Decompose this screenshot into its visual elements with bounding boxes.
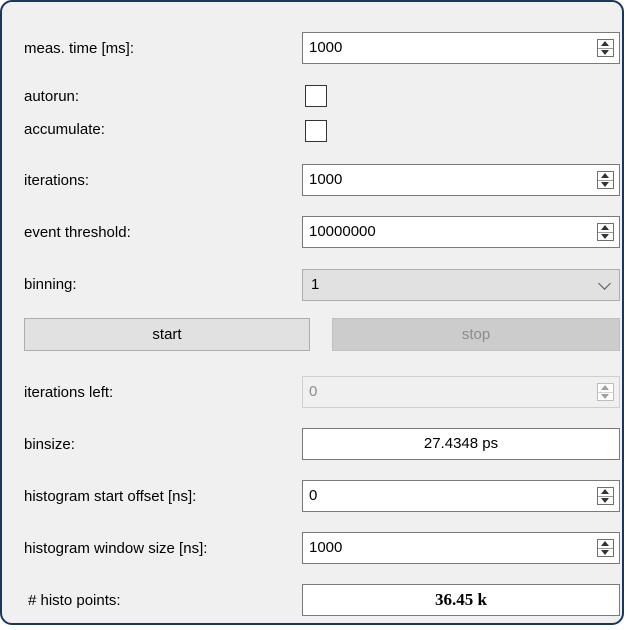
binsize-display: 27.4348 ps	[302, 428, 620, 460]
histo-points-label: # histo points:	[28, 592, 121, 609]
spinbox-arrows-icon[interactable]	[597, 39, 614, 57]
hist-window-size-spinbox[interactable]: 1000	[302, 532, 620, 564]
spinbox-arrows-icon[interactable]	[597, 223, 614, 241]
hist-window-size-value: 1000	[309, 539, 343, 556]
hist-start-offset-value: 0	[309, 487, 318, 504]
iterations-label: iterations:	[24, 172, 90, 189]
meas-time-label: meas. time [ms]:	[24, 40, 135, 57]
histo-points-display: 36.45 k	[302, 584, 620, 616]
accumulate-checkbox[interactable]	[305, 120, 327, 142]
spin-down-icon	[598, 392, 613, 400]
binning-value: 1	[311, 276, 320, 293]
autorun-label: autorun:	[24, 88, 80, 105]
chevron-down-icon	[598, 277, 611, 290]
event-threshold-value: 10000000	[309, 223, 376, 240]
meas-time-spinbox[interactable]: 1000	[302, 32, 620, 64]
hist-start-offset-spinbox[interactable]: 0	[302, 480, 620, 512]
iterations-left-label: iterations left:	[24, 384, 114, 401]
start-button[interactable]: start	[24, 318, 310, 351]
hist-window-size-label: histogram window size [ns]:	[24, 540, 208, 557]
spin-down-icon[interactable]	[598, 180, 613, 188]
binning-dropdown[interactable]: 1	[302, 269, 620, 301]
spin-down-icon[interactable]	[598, 232, 613, 240]
accumulate-label: accumulate:	[24, 121, 105, 138]
binsize-label: binsize:	[24, 436, 75, 453]
stop-button[interactable]: stop	[332, 318, 620, 351]
iterations-left-value: 0	[309, 383, 318, 400]
iterations-spinbox[interactable]: 1000	[302, 164, 620, 196]
histo-points-value: 36.45 k	[435, 590, 487, 609]
spinbox-arrows-icon	[597, 383, 614, 401]
spin-down-icon[interactable]	[598, 48, 613, 56]
spinbox-arrows-icon[interactable]	[597, 171, 614, 189]
hist-start-offset-label: histogram start offset [ns]:	[24, 488, 197, 505]
spin-down-icon[interactable]	[598, 548, 613, 556]
event-threshold-label: event threshold:	[24, 224, 131, 241]
spinbox-arrows-icon[interactable]	[597, 487, 614, 505]
spin-down-icon[interactable]	[598, 496, 613, 504]
autorun-checkbox[interactable]	[305, 85, 327, 107]
iterations-left-spinbox: 0	[302, 376, 620, 408]
binsize-value: 27.4348 ps	[423, 435, 499, 452]
settings-panel: meas. time [ms]: 1000 autorun: accumulat…	[0, 0, 624, 625]
event-threshold-spinbox[interactable]: 10000000	[302, 216, 620, 248]
spinbox-arrows-icon[interactable]	[597, 539, 614, 557]
meas-time-value: 1000	[309, 39, 343, 56]
iterations-value: 1000	[309, 171, 343, 188]
binning-label: binning:	[24, 276, 77, 293]
